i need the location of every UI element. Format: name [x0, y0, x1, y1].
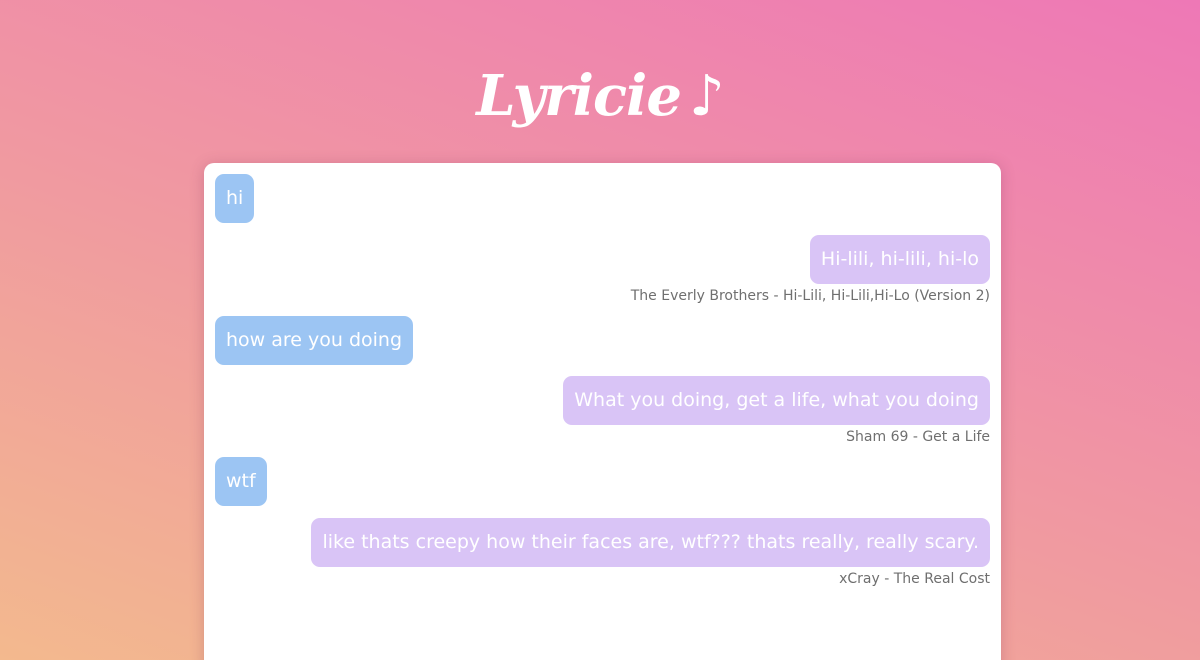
chat-window[interactable]: hi Hi-lili, hi-lili, hi-lo The Everly Br… — [204, 163, 1001, 660]
bot-message-bubble: What you doing, get a life, what you doi… — [563, 376, 990, 425]
user-message: hi — [215, 174, 255, 223]
bot-message-bubble: like thats creepy how their faces are, w… — [311, 518, 990, 567]
user-message-bubble: wtf — [215, 457, 267, 506]
song-source-caption: Sham 69 - Get a Life — [846, 429, 990, 445]
song-source-caption: The Everly Brothers - Hi-Lili, Hi-Lili,H… — [630, 288, 990, 304]
bot-message-bubble: Hi-lili, hi-lili, hi-lo — [809, 235, 990, 284]
song-source-caption: xCray - The Real Cost — [839, 571, 990, 587]
user-message-bubble: hi — [215, 174, 255, 223]
bot-message: What you doing, get a life, what you doi… — [563, 376, 990, 446]
app-title-text: Lyricie — [476, 63, 682, 129]
music-note-icon: ♪ — [688, 64, 725, 129]
bot-message: Hi-lili, hi-lili, hi-lo The Everly Broth… — [631, 235, 990, 305]
user-message: how are you doing — [215, 316, 414, 365]
bot-message: like thats creepy how their faces are, w… — [311, 518, 990, 588]
app-title: Lyricie ♪ — [0, 58, 1200, 135]
user-message: wtf — [215, 457, 267, 506]
user-message-bubble: how are you doing — [215, 316, 414, 365]
